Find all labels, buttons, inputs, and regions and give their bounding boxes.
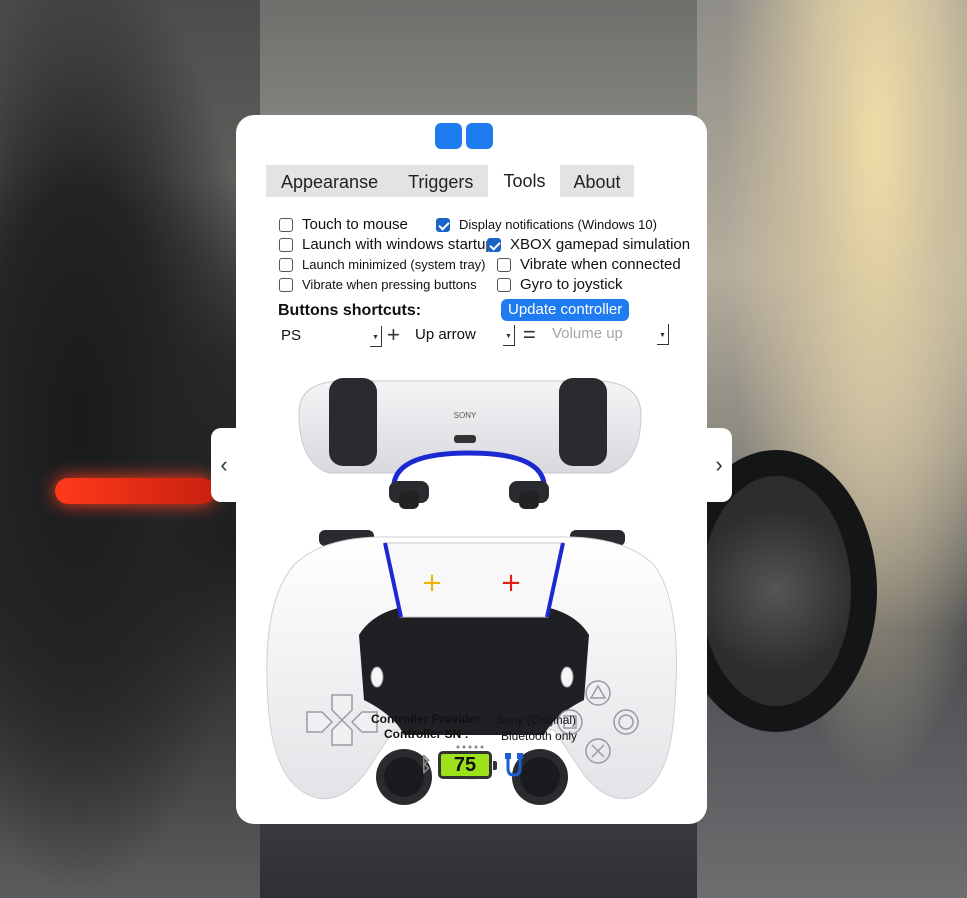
battery-level: 75 [453,753,477,776]
chevron-right-icon: › [715,452,723,477]
close-button[interactable] [466,123,493,149]
left-trigger [329,378,377,466]
checkbox-checked[interactable] [487,237,501,252]
tab-triggers[interactable]: Triggers [393,165,489,197]
main-panel: Appearanse Triggers Tools About Touch to… [236,115,707,824]
option-launch-with-windows[interactable]: Launch with windows startup [279,236,494,253]
background-right [697,0,967,898]
option-vibrate-connected[interactable]: Vibrate when connected [497,256,681,273]
minimize-button[interactable] [435,123,462,149]
plus-icon: + [387,322,400,347]
checkbox[interactable] [497,277,511,292]
shortcut-action-select[interactable]: Volume up ▼ [552,323,669,345]
usb-cable-icon [505,753,523,777]
lightbar-top [391,450,547,484]
dropdown-arrow-icon: ▼ [657,324,669,345]
option-launch-minimized[interactable]: Launch minimized (system tray) [279,257,486,272]
option-touch-to-mouse[interactable]: Touch to mouse [279,216,408,233]
tab-appearance[interactable]: Appearanse [266,165,394,197]
shortcuts-title: Buttons shortcuts: [278,302,422,319]
option-xbox-simulation[interactable]: XBOX gamepad simulation [487,236,690,253]
sn-value: Bluetooth only [501,729,578,743]
tab-about[interactable]: About [560,165,634,197]
checkbox[interactable] [279,217,293,232]
dropdown-arrow-icon: ▼ [370,326,382,347]
touchpad-plus-left: + [421,568,443,598]
update-controller-button[interactable]: Update controller [501,299,630,321]
bluetooth-icon: ᛒ [420,753,432,776]
provider-value: Sony (Original) [496,713,577,727]
option-gyro-joystick[interactable]: Gyro to joystick [497,276,623,293]
checkbox[interactable] [279,257,293,272]
equals-icon: = [523,322,536,347]
tab-bar: Appearanse Triggers Tools About [266,165,634,197]
option-vibrate-buttons[interactable]: Vibrate when pressing buttons [279,277,477,292]
chevron-left-icon: ‹ [220,452,228,477]
svg-text:SONY: SONY [454,411,477,420]
sn-label: Controller SN : [384,727,469,741]
battery-indicator: 75 [438,751,497,779]
shortcut-button2-select[interactable]: Up arrow ▼ [415,324,515,346]
checkbox[interactable] [279,237,293,252]
shortcut-button1-select[interactable]: PS ▼ [281,325,382,347]
background-taillight [55,478,215,504]
checkbox-checked[interactable] [436,217,450,232]
window-controls [435,123,493,149]
right-trigger [559,378,607,466]
provider-label: Controller Provider: [371,712,485,726]
status-row: ᛒ 75 [418,751,524,779]
option-display-notifications[interactable]: Display notifications (Windows 10) [436,217,657,232]
checkbox[interactable] [279,277,293,292]
checkbox[interactable] [497,257,511,272]
next-arrow-button[interactable]: › [706,428,732,502]
tab-tools[interactable]: Tools [488,165,561,197]
previous-arrow-button[interactable]: ‹ [211,428,237,502]
controller-top-view: SONY [298,378,642,509]
dropdown-arrow-icon: ▼ [503,325,515,346]
touchpad-plus-right: + [500,568,522,598]
